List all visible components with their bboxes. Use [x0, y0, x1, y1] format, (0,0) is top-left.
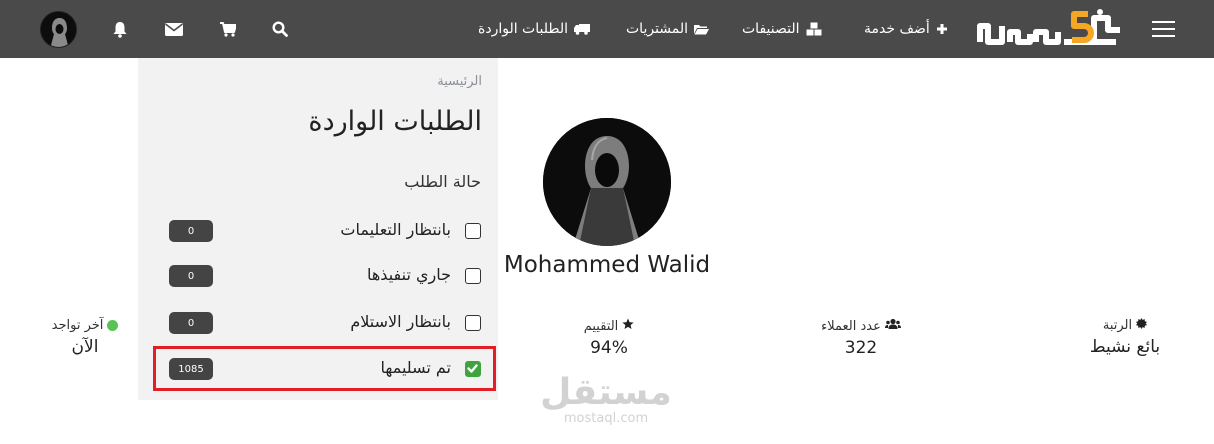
stat-last-seen-value: الآن	[71, 337, 99, 357]
profile-avatar	[543, 118, 671, 246]
watermark-arabic: مستقل	[540, 372, 672, 413]
stat-rating: التقييم 94%	[554, 318, 664, 358]
nav-purchases-label: المشتريات	[626, 21, 689, 37]
messages-button[interactable]	[165, 0, 185, 58]
filter-in-progress[interactable]: جاري تنفيذها 0	[152, 259, 486, 293]
nav-categories-label: التصنيفات	[742, 21, 800, 37]
nav-add-service-label: أضف خدمة	[864, 21, 930, 37]
page-title: الطلبات الواردة	[308, 106, 482, 137]
hooded-figure-image	[41, 12, 76, 47]
nav-categories[interactable]: التصنيفات	[742, 0, 822, 58]
filter-checkbox[interactable]	[465, 315, 481, 331]
order-status-heading: حالة الطلب	[404, 172, 481, 191]
top-navbar: أضف خدمة التصنيفات المشتريات الطلبات الو…	[0, 0, 1214, 58]
hamburger-menu-button[interactable]	[1150, 0, 1176, 58]
user-avatar[interactable]	[40, 11, 77, 48]
filter-count-badge: 0	[169, 312, 213, 334]
khamsat-logo[interactable]	[976, 8, 1124, 48]
nav-incoming-orders-label: الطلبات الواردة	[478, 21, 569, 37]
stat-rank-label: الرتبة	[1102, 318, 1133, 333]
cart-icon	[220, 21, 236, 37]
users-icon	[884, 318, 901, 334]
stat-last-seen-label: آخر تواجد	[51, 318, 104, 333]
folder-open-icon	[694, 23, 710, 35]
filter-awaiting-instructions[interactable]: بانتظار التعليمات 0	[152, 214, 486, 248]
watermark-latin: mostaql.com	[563, 411, 649, 426]
breadcrumb-home[interactable]: الرئيسية	[437, 74, 482, 89]
mostaql-watermark: مستقل mostaql.com	[540, 374, 672, 426]
star-icon	[622, 318, 634, 334]
envelope-icon	[165, 22, 183, 36]
hooded-figure-image	[543, 118, 671, 246]
filter-count-badge: 0	[169, 265, 213, 287]
highlight-annotation-box	[153, 346, 496, 391]
filter-count-badge: 0	[169, 220, 213, 242]
online-status-dot	[107, 320, 119, 331]
filter-checkbox[interactable]	[465, 223, 481, 239]
stat-last-seen: آخر تواجد الآن	[30, 318, 140, 357]
search-button[interactable]	[272, 0, 290, 58]
filter-label: بانتظار التعليمات	[340, 220, 451, 239]
stat-rating-label: التقييم	[583, 318, 619, 334]
filter-checkbox[interactable]	[465, 268, 481, 284]
hamburger-line	[1151, 35, 1175, 37]
hamburger-line	[1151, 21, 1175, 23]
stat-clients-value: 322	[844, 338, 878, 358]
hamburger-line	[1151, 28, 1175, 30]
cart-button[interactable]	[220, 0, 238, 58]
plus-icon	[936, 23, 948, 35]
stat-rank-value: بائع نشيط	[1089, 337, 1161, 357]
bell-icon	[112, 21, 128, 38]
nav-incoming-orders[interactable]: الطلبات الواردة	[478, 0, 591, 58]
khamsat-logo-graphic	[977, 9, 1120, 45]
stat-rank: الرتبة بائع نشيط	[1070, 318, 1180, 357]
stat-clients-label: عدد العملاء	[821, 318, 881, 334]
profile-name: Mohammed Walid	[503, 252, 711, 278]
certificate-icon	[1136, 318, 1148, 333]
nav-add-service[interactable]: أضف خدمة	[864, 0, 948, 58]
filter-label: بانتظار الاستلام	[350, 312, 451, 331]
truck-icon	[574, 23, 591, 35]
search-icon	[272, 21, 288, 37]
filter-label: جاري تنفيذها	[366, 265, 451, 284]
stat-rating-value: 94%	[590, 338, 628, 358]
filter-awaiting-receipt[interactable]: بانتظار الاستلام 0	[152, 306, 486, 340]
cubes-icon	[806, 22, 822, 36]
stat-clients: عدد العملاء 322	[806, 318, 916, 358]
nav-purchases[interactable]: المشتريات	[626, 0, 710, 58]
notifications-button[interactable]	[112, 0, 130, 58]
